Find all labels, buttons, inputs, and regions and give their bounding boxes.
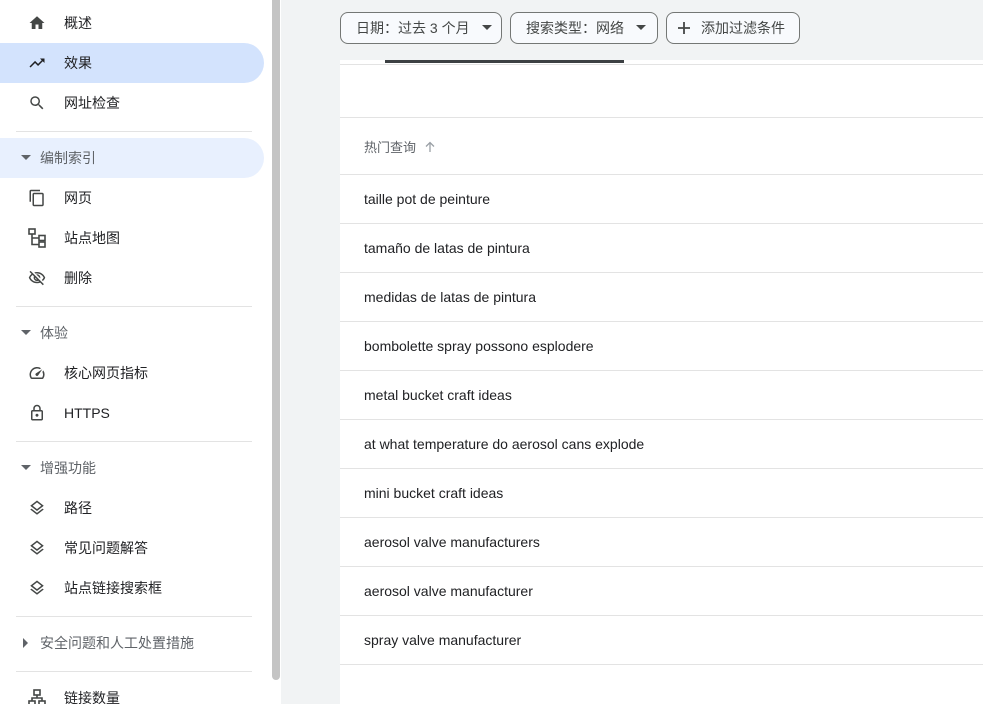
visibility-off-icon [28, 269, 46, 287]
query-cell: taille pot de peinture [364, 191, 491, 207]
sidebar-divider [16, 131, 252, 132]
sidebar: 概述 效果 网址检查 编制索引 网页 站点地图 删除 体验 核心网页指标 HTT… [0, 0, 272, 704]
caret-down-icon [21, 463, 31, 473]
table-row[interactable]: metal bucket craft ideas [340, 371, 983, 420]
section-enhancements-toggle[interactable]: 增强功能 [0, 448, 264, 488]
query-cell: metal bucket craft ideas [364, 387, 512, 403]
query-cell: at what temperature do aerosol cans expl… [364, 436, 645, 452]
search-type-filter-label: 搜索类型：网络 [526, 20, 624, 36]
table-row[interactable]: mini bucket craft ideas [340, 469, 983, 518]
query-cell: spray valve manufacturer [364, 632, 522, 648]
sidebar-item-breadcrumbs[interactable]: 路径 [0, 488, 264, 528]
query-cell: aerosol valve manufacturer [364, 583, 533, 599]
sidebar-item-label: 概述 [64, 15, 92, 31]
trending-up-icon [28, 54, 46, 72]
sidebar-item-label: 站点地图 [64, 230, 120, 246]
sidebar-divider [16, 441, 252, 442]
section-title: 编制索引 [40, 150, 96, 166]
speed-gauge-icon [28, 364, 46, 382]
column-header-top-queries[interactable]: 热门查询 [364, 137, 436, 156]
table-top-divider [340, 117, 983, 118]
sidebar-divider [16, 671, 252, 672]
search-type-filter-chip[interactable]: 搜索类型：网络 [510, 12, 658, 44]
date-filter-label: 日期：过去 3 个月 [356, 20, 470, 36]
add-filter-label: 添加过滤条件 [701, 20, 785, 36]
sidebar-item-links[interactable]: 链接数量 [0, 678, 264, 704]
table-row[interactable]: medidas de latas de pintura [340, 273, 983, 322]
table-row[interactable]: at what temperature do aerosol cans expl… [340, 420, 983, 469]
sidebar-scrollbar-thumb[interactable] [272, 0, 280, 680]
sidebar-item-label: 站点链接搜索框 [64, 580, 162, 596]
active-tab-indicator [385, 60, 624, 63]
section-title: 增强功能 [40, 460, 96, 476]
queries-card: 热门查询 taille pot de peinture tamaño de la… [340, 60, 983, 704]
table-row[interactable]: tamaño de latas de pintura [340, 224, 983, 273]
sidebar-item-label: 效果 [64, 55, 92, 71]
layers-icon [28, 539, 46, 557]
sidebar-item-url-inspection[interactable]: 网址检查 [0, 83, 264, 123]
section-security-toggle[interactable]: 安全问题和人工处置措施 [0, 623, 264, 663]
date-filter-chip[interactable]: 日期：过去 3 个月 [340, 12, 502, 44]
sidebar-item-overview[interactable]: 概述 [0, 3, 264, 43]
query-cell: tamaño de latas de pintura [364, 240, 530, 256]
sidebar-item-label: 核心网页指标 [64, 365, 148, 381]
sidebar-item-faq[interactable]: 常见问题解答 [0, 528, 264, 568]
sidebar-divider [16, 306, 252, 307]
table-row[interactable]: bombolette spray possono esplodere [340, 322, 983, 371]
table-row[interactable]: spray valve manufacturer [340, 616, 983, 665]
sidebar-item-performance[interactable]: 效果 [0, 43, 264, 83]
links-tree-icon [28, 689, 46, 704]
sort-arrow-up-icon [425, 141, 435, 152]
section-title: 体验 [40, 325, 68, 341]
sidebar-item-label: 网址检查 [64, 95, 120, 111]
caret-down-icon [21, 328, 31, 338]
sidebar-item-label: 网页 [64, 190, 92, 206]
tabs-divider [340, 64, 983, 65]
dropdown-arrow-icon [481, 25, 492, 30]
caret-right-icon [21, 638, 31, 648]
table-row[interactable]: taille pot de peinture [340, 175, 983, 224]
query-cell: aerosol valve manufacturers [364, 534, 540, 550]
column-header-label: 热门查询 [364, 140, 417, 155]
lock-icon [28, 404, 46, 422]
sidebar-divider [16, 616, 252, 617]
sidebar-item-sitemaps[interactable]: 站点地图 [0, 218, 264, 258]
section-title: 安全问题和人工处置措施 [40, 635, 194, 651]
table-row[interactable]: aerosol valve manufacturers [340, 518, 983, 567]
pages-icon [28, 189, 46, 207]
sidebar-item-label: HTTPS [64, 405, 110, 421]
add-filter-button[interactable]: 添加过滤条件 [666, 12, 800, 44]
search-icon [28, 94, 46, 112]
sidebar-item-https[interactable]: HTTPS [0, 393, 264, 433]
home-icon [28, 14, 46, 32]
sidebar-item-sitelinks-searchbox[interactable]: 站点链接搜索框 [0, 568, 264, 608]
caret-down-icon [21, 153, 31, 163]
layers-icon [28, 499, 46, 517]
query-cell: medidas de latas de pintura [364, 289, 536, 305]
sidebar-item-pages[interactable]: 网页 [0, 178, 264, 218]
layers-icon [28, 579, 46, 597]
sitemap-icon [28, 228, 46, 248]
query-cell: bombolette spray possono esplodere [364, 338, 594, 354]
plus-icon [678, 22, 690, 34]
sidebar-item-label: 常见问题解答 [64, 540, 148, 556]
sidebar-item-label: 路径 [64, 500, 92, 516]
sidebar-item-core-web-vitals[interactable]: 核心网页指标 [0, 353, 264, 393]
dropdown-arrow-icon [636, 25, 646, 30]
section-indexing-toggle[interactable]: 编制索引 [0, 138, 264, 178]
sidebar-item-label: 删除 [64, 270, 92, 286]
query-cell: mini bucket craft ideas [364, 485, 504, 501]
search-console-app: 概述 效果 网址检查 编制索引 网页 站点地图 删除 体验 核心网页指标 HTT… [0, 0, 983, 704]
table-row[interactable]: aerosol valve manufacturer [340, 567, 983, 616]
sidebar-item-label: 链接数量 [64, 690, 120, 704]
sidebar-item-removals[interactable]: 删除 [0, 258, 264, 298]
section-experience-toggle[interactable]: 体验 [0, 313, 264, 353]
